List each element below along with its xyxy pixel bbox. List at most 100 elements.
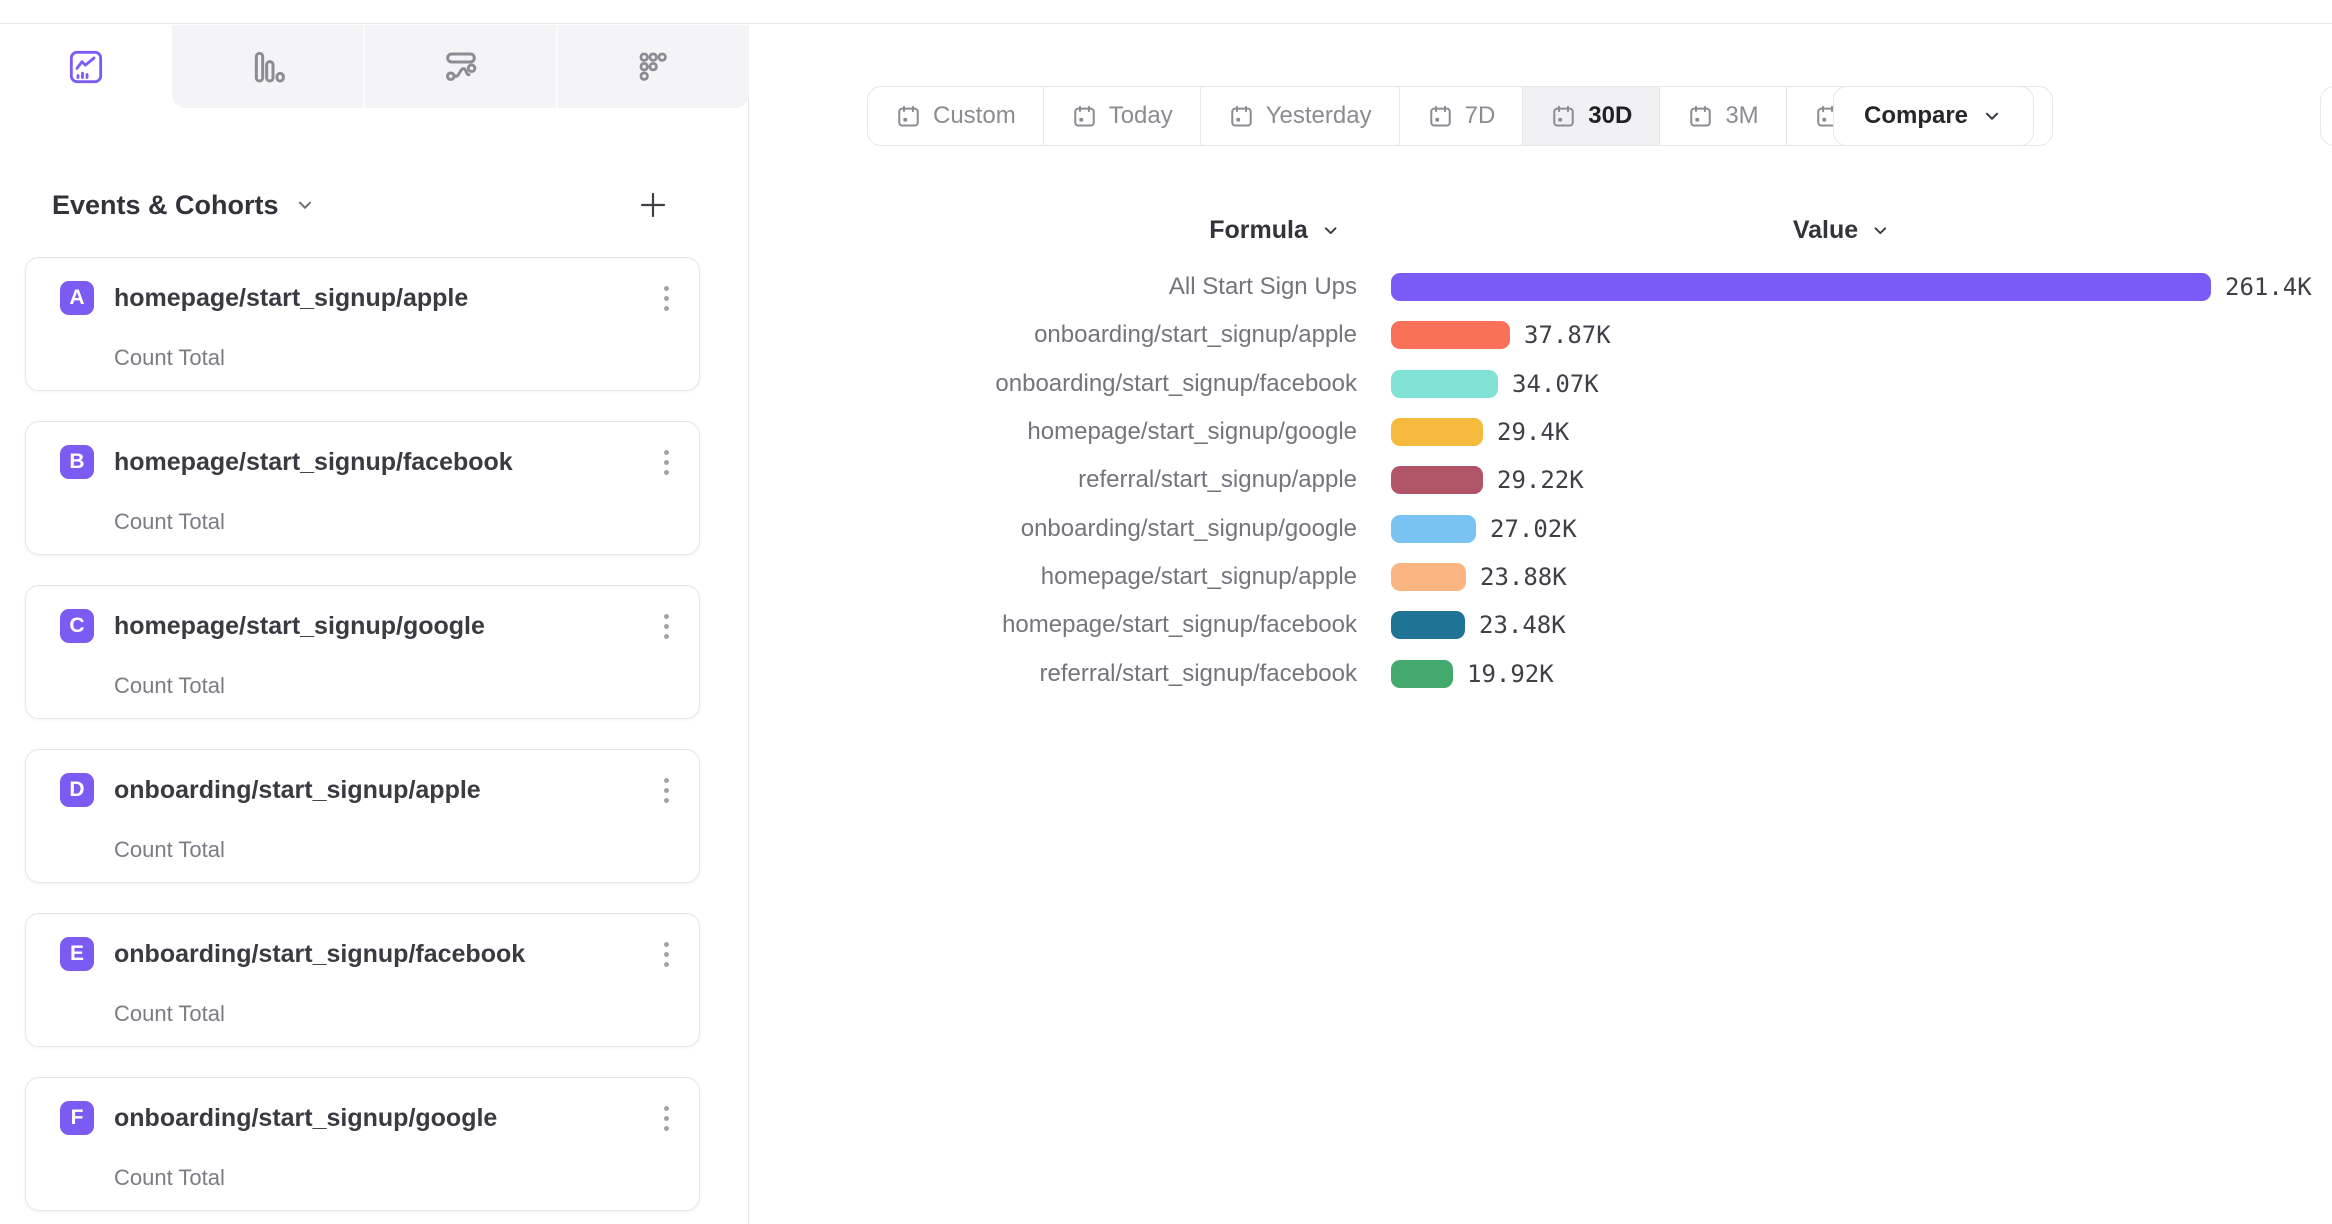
- event-card[interactable]: F onboarding/start_signup/google Count T…: [25, 1077, 700, 1211]
- report-main: Custom Today Yesterday 7D: [750, 25, 2332, 1224]
- event-card[interactable]: B homepage/start_signup/facebook Count T…: [25, 421, 700, 555]
- event-metric: Count Total: [114, 1165, 225, 1191]
- event-name: homepage/start_signup/google: [114, 612, 485, 641]
- event-metric: Count Total: [114, 837, 225, 863]
- chart-row: homepage/start_signup/facebook 23.48K: [750, 601, 2312, 649]
- date-range-segment-30d[interactable]: 30D: [1522, 87, 1659, 145]
- event-options-kebab-icon[interactable]: [658, 1100, 675, 1137]
- event-name: onboarding/start_signup/google: [114, 1104, 497, 1133]
- event-options-kebab-icon[interactable]: [658, 936, 675, 973]
- event-name: homepage/start_signup/facebook: [114, 448, 513, 477]
- chart-bar[interactable]: [1391, 370, 1498, 398]
- event-cards-list: A homepage/start_signup/apple Count Tota…: [25, 257, 700, 1211]
- chart-row: homepage/start_signup/apple 23.88K: [750, 553, 2312, 601]
- date-range-segment-3m[interactable]: 3M: [1659, 87, 1785, 145]
- chart-bar[interactable]: [1391, 273, 2211, 301]
- add-event-button[interactable]: [634, 186, 672, 224]
- retention-dots-icon: [634, 47, 674, 87]
- calendar-icon: [1071, 103, 1098, 130]
- chart-bar[interactable]: [1391, 563, 1466, 591]
- chart-row-label: homepage/start_signup/facebook: [750, 611, 1357, 639]
- insights-report-page: Events & Cohorts A homepage/start_signup…: [0, 0, 2332, 1224]
- chart-row-label: homepage/start_signup/apple: [750, 563, 1357, 591]
- chart-row: homepage/start_signup/google 29.4K: [750, 408, 2312, 456]
- top-strip: [0, 0, 2332, 24]
- chevron-down-icon: [294, 194, 316, 216]
- chart-bar-value: 27.02K: [1490, 515, 1577, 543]
- event-options-kebab-icon[interactable]: [658, 608, 675, 645]
- date-range-label: Today: [1109, 102, 1173, 130]
- event-card[interactable]: C homepage/start_signup/google Count Tot…: [25, 585, 700, 719]
- value-header-label: Value: [1793, 216, 1858, 245]
- tab-insights-line-chart[interactable]: [0, 25, 172, 108]
- chart-bar[interactable]: [1391, 466, 1483, 494]
- event-metric: Count Total: [114, 673, 225, 699]
- events-cohorts-dropdown[interactable]: Events & Cohorts: [52, 190, 316, 221]
- calendar-icon: [1550, 103, 1577, 130]
- chart-bar-value: 29.4K: [1497, 418, 1569, 446]
- compare-button[interactable]: Compare: [1833, 86, 2034, 146]
- event-letter-badge: D: [60, 773, 94, 807]
- chart-row: referral/start_signup/facebook 19.92K: [750, 649, 2312, 697]
- event-letter-badge: C: [60, 609, 94, 643]
- tab-bar-chart[interactable]: [172, 25, 363, 108]
- chart-row: onboarding/start_signup/facebook 34.07K: [750, 360, 2312, 408]
- event-options-kebab-icon[interactable]: [658, 772, 675, 809]
- chart-row-label: onboarding/start_signup/apple: [750, 321, 1357, 349]
- formula-header-label: Formula: [1209, 216, 1308, 245]
- chart-row-label: homepage/start_signup/google: [750, 418, 1357, 446]
- event-options-kebab-icon[interactable]: [658, 280, 675, 317]
- date-range-segment-custom[interactable]: Custom: [868, 87, 1043, 145]
- formula-column-header[interactable]: Formula: [1209, 216, 1341, 245]
- chart-bar-value: 23.48K: [1479, 611, 1566, 639]
- chart-bar[interactable]: [1391, 515, 1476, 543]
- event-letter-badge: E: [60, 937, 94, 971]
- chevron-down-icon: [1870, 220, 1891, 241]
- chart-bar-value: 23.88K: [1480, 563, 1567, 591]
- tab-retention[interactable]: [556, 25, 749, 108]
- calendar-icon: [1228, 103, 1255, 130]
- partial-button-right-edge[interactable]: [2320, 86, 2332, 146]
- calendar-icon: [1427, 103, 1454, 130]
- date-range-label: Yesterday: [1266, 102, 1372, 130]
- value-column-header[interactable]: Value: [1793, 216, 1891, 245]
- event-letter-badge: B: [60, 445, 94, 479]
- chart-bar[interactable]: [1391, 660, 1453, 688]
- chart-row-label: All Start Sign Ups: [750, 273, 1357, 301]
- chart-row: onboarding/start_signup/google 27.02K: [750, 504, 2312, 552]
- chart-row-label: referral/start_signup/facebook: [750, 660, 1357, 688]
- event-letter-badge: A: [60, 281, 94, 315]
- chart-row: onboarding/start_signup/apple 37.87K: [750, 311, 2312, 359]
- event-options-kebab-icon[interactable]: [658, 444, 675, 481]
- event-card[interactable]: D onboarding/start_signup/apple Count To…: [25, 749, 700, 883]
- bar-chart-icon: [248, 47, 288, 87]
- calendar-icon: [1687, 103, 1714, 130]
- sidebar: Events & Cohorts A homepage/start_signup…: [0, 25, 749, 1224]
- chart-bar[interactable]: [1391, 418, 1483, 446]
- chart-bar-value: 37.87K: [1524, 321, 1611, 349]
- chart-row-label: referral/start_signup/apple: [750, 466, 1357, 494]
- chart-bar[interactable]: [1391, 611, 1465, 639]
- event-letter-badge: F: [60, 1101, 94, 1135]
- event-metric: Count Total: [114, 1001, 225, 1027]
- chart-bar-value: 19.92K: [1467, 660, 1554, 688]
- tab-flows[interactable]: [363, 25, 556, 108]
- inactive-tab-group: [172, 25, 749, 108]
- date-range-segment-today[interactable]: Today: [1043, 87, 1200, 145]
- event-card[interactable]: A homepage/start_signup/apple Count Tota…: [25, 257, 700, 391]
- date-range-segment-7d[interactable]: 7D: [1399, 87, 1523, 145]
- event-card[interactable]: E onboarding/start_signup/facebook Count…: [25, 913, 700, 1047]
- insights-line-chart-icon: [66, 47, 106, 87]
- chart-row-label: onboarding/start_signup/facebook: [750, 370, 1357, 398]
- chart-bar[interactable]: [1391, 321, 1510, 349]
- chart-bar-value: 29.22K: [1497, 466, 1584, 494]
- event-name: onboarding/start_signup/apple: [114, 776, 481, 805]
- date-range-segment-yesterday[interactable]: Yesterday: [1200, 87, 1399, 145]
- bar-chart-rows: All Start Sign Ups 261.4K onboarding/sta…: [750, 263, 2312, 698]
- event-name: homepage/start_signup/apple: [114, 284, 468, 313]
- chevron-down-icon: [1320, 220, 1341, 241]
- sidebar-header: Events & Cohorts: [52, 187, 672, 223]
- plus-icon: [636, 188, 670, 222]
- date-range-label: 7D: [1465, 102, 1496, 130]
- event-metric: Count Total: [114, 345, 225, 371]
